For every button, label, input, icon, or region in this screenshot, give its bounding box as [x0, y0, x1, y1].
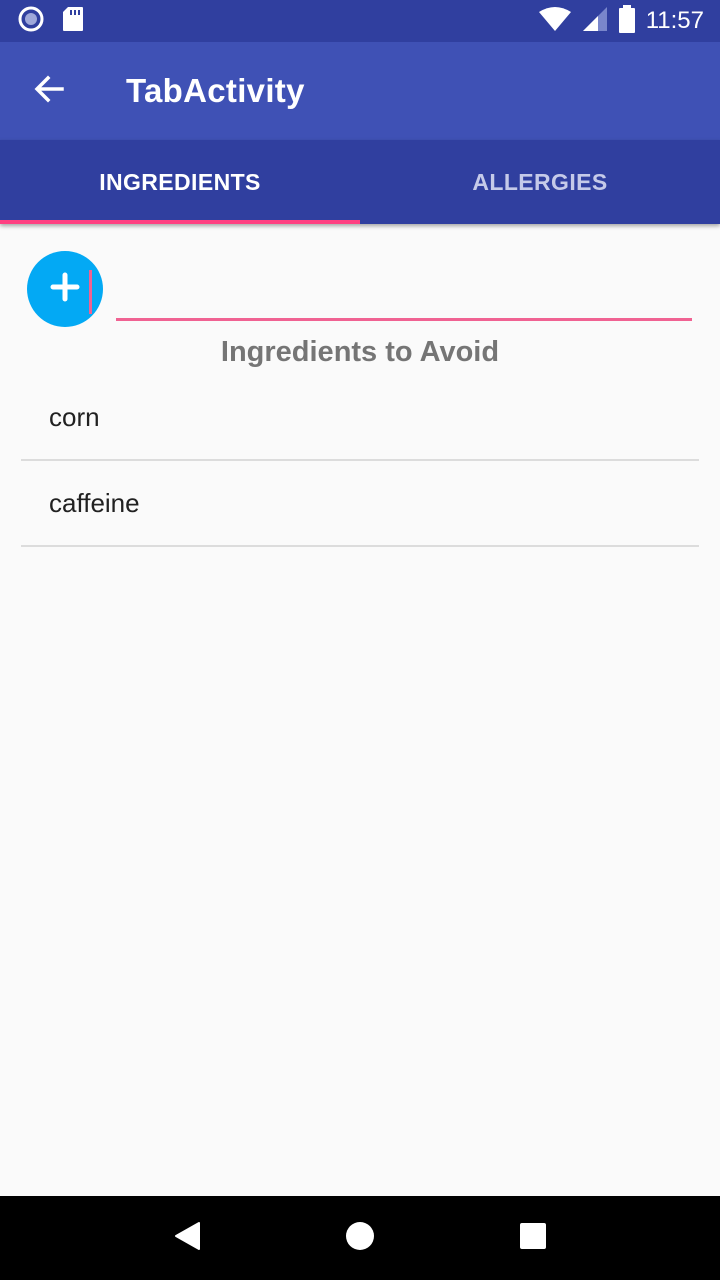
sync-circle-icon	[18, 6, 44, 36]
battery-icon	[618, 5, 636, 37]
status-right-icons: 11:57	[528, 5, 704, 37]
back-button[interactable]	[21, 63, 77, 119]
status-bar: 11:57	[0, 0, 720, 42]
arrow-back-icon	[34, 75, 64, 107]
status-time: 11:57	[645, 7, 704, 34]
tab-label: ALLERGIES	[472, 168, 608, 195]
status-left-icons	[18, 6, 102, 36]
text-cursor	[89, 270, 92, 314]
list-item-label: corn	[49, 401, 100, 432]
list-item-label: caffeine	[49, 487, 140, 518]
add-ingredient-row	[27, 251, 693, 327]
ingredients-list: corn caffeine	[21, 375, 699, 547]
sd-card-icon	[62, 6, 84, 36]
page-title: TabActivity	[126, 72, 305, 109]
plus-icon	[50, 272, 80, 306]
navigation-bar	[0, 1196, 720, 1280]
list-item[interactable]: caffeine	[21, 461, 699, 547]
tab-allergies[interactable]: ALLERGIES	[360, 140, 720, 224]
list-heading: Ingredients to Avoid	[220, 336, 500, 368]
recents-square-icon	[519, 1222, 547, 1254]
signal-icon	[582, 6, 608, 36]
home-circle-icon	[345, 1221, 375, 1255]
app-bar: TabActivity	[0, 42, 720, 140]
back-triangle-icon	[173, 1221, 201, 1255]
tab-ingredients[interactable]: INGREDIENTS	[0, 140, 360, 224]
tab-bar: INGREDIENTS ALLERGIES	[0, 140, 720, 224]
nav-back-button[interactable]	[157, 1208, 217, 1268]
list-item[interactable]: corn	[21, 375, 699, 461]
nav-recents-button[interactable]	[503, 1208, 563, 1268]
tab-label: INGREDIENTS	[99, 168, 261, 195]
ingredient-input[interactable]	[116, 269, 692, 321]
tab-indicator	[0, 220, 360, 224]
wifi-icon	[538, 6, 572, 36]
nav-home-button[interactable]	[330, 1208, 390, 1268]
